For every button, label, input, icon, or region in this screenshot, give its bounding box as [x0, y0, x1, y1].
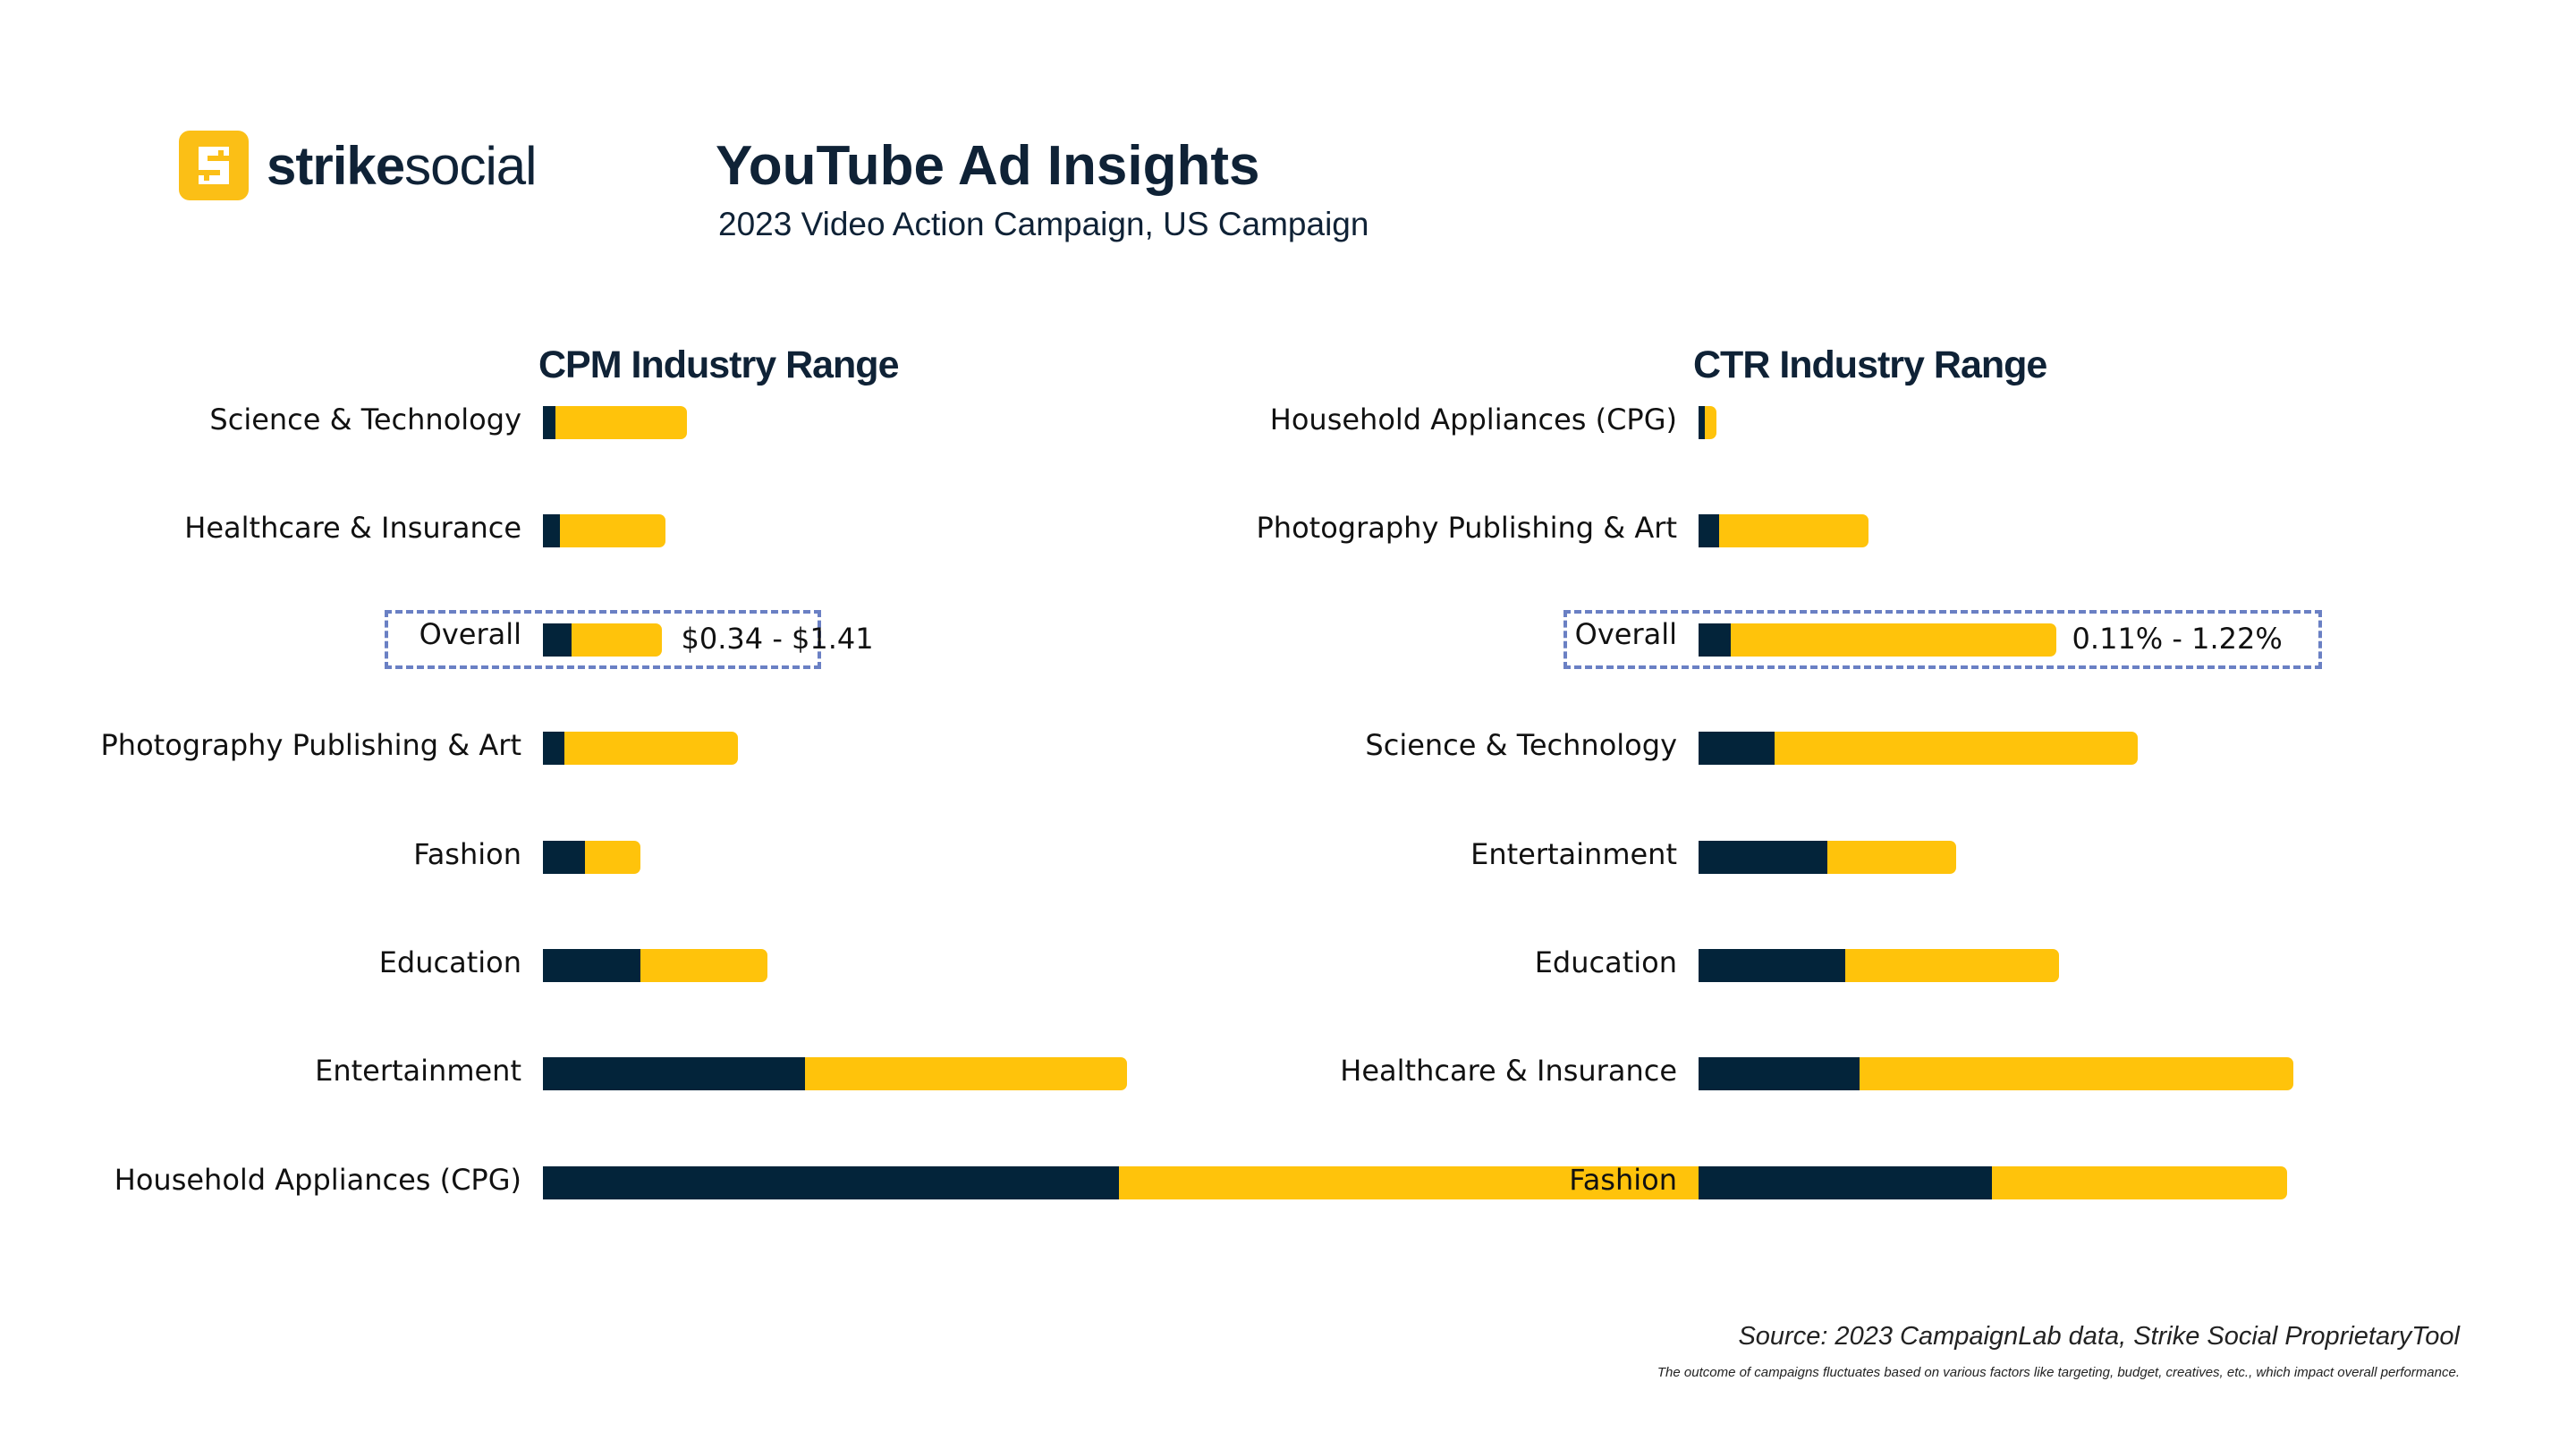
ctr-min-segment [1699, 405, 1705, 439]
cpm-max-segment [555, 405, 687, 439]
ctr-category-label: Healthcare & Insurance [1340, 1054, 1677, 1088]
ctr-range-bar [1699, 1165, 2288, 1199]
cpm-category-label: Photography Publishing & Art [100, 728, 522, 762]
cpm-range-bar [543, 731, 739, 765]
ctr-range-bar [1699, 948, 2059, 982]
cpm-max-segment [571, 623, 662, 657]
cpm-category-label: Household Appliances (CPG) [114, 1163, 521, 1197]
cpm-category-label: Science & Technology [209, 402, 521, 436]
cpm-chart-title: CPM Industry Range [538, 343, 899, 386]
logo-wordmark: strikesocial [267, 135, 538, 197]
cpm-min-segment [543, 948, 641, 982]
cpm-range-bar [543, 513, 666, 547]
cpm-max-segment [805, 1056, 1128, 1090]
cpm-category-label: Overall [419, 617, 521, 651]
ctr-category-label: Education [1534, 945, 1677, 979]
cpm-category-label: Education [378, 945, 521, 979]
page-title: YouTube Ad Insights [716, 135, 1260, 197]
ctr-min-segment [1699, 1056, 1860, 1090]
cpm-max-segment [559, 513, 666, 547]
ctr-chart-title: CTR Industry Range [1693, 343, 2047, 386]
ctr-min-segment [1699, 1165, 1992, 1199]
ctr-range-bar [1699, 840, 1957, 874]
logo-word-social: social [404, 135, 537, 196]
ctr-overall-range-label: 0.11% - 1.22% [2072, 622, 2283, 656]
ctr-max-segment [1704, 405, 1716, 439]
ctr-category-label: Science & Technology [1365, 728, 1677, 762]
ctr-min-segment [1699, 840, 1828, 874]
ctr-max-segment [1844, 948, 2059, 982]
strike-social-logo-icon [179, 131, 249, 200]
ctr-category-label: Overall [1574, 617, 1677, 651]
ctr-range-bar [1699, 731, 2139, 765]
cpm-max-segment [564, 731, 739, 765]
cpm-range-bar [543, 405, 687, 439]
strike-social-logo: strikesocial [179, 131, 538, 200]
ctr-min-segment [1699, 948, 1845, 982]
disclaimer-note: The outcome of campaigns fluctuates base… [1657, 1365, 2460, 1380]
cpm-range-bar [543, 948, 767, 982]
ctr-range-bar [1699, 405, 1716, 439]
cpm-min-segment [543, 1165, 1119, 1199]
cpm-min-segment [543, 731, 564, 765]
ctr-max-segment [1775, 731, 2139, 765]
ctr-max-segment [1718, 513, 1868, 547]
cpm-range-bar [543, 840, 641, 874]
cpm-min-segment [543, 513, 560, 547]
ctr-range-bar [1699, 513, 1868, 547]
ctr-max-segment [1991, 1165, 2288, 1199]
source-note: Source: 2023 CampaignLab data, Strike So… [1738, 1322, 2460, 1351]
cpm-category-label: Fashion [413, 837, 521, 871]
cpm-min-segment [543, 840, 585, 874]
cpm-range-bar [543, 623, 662, 657]
ctr-max-segment [1827, 840, 1957, 874]
cpm-range-bar [543, 1056, 1128, 1090]
ctr-category-label: Entertainment [1470, 837, 1677, 871]
ctr-category-label: Household Appliances (CPG) [1269, 402, 1677, 436]
ctr-max-segment [1860, 1056, 2293, 1090]
cpm-category-label: Entertainment [315, 1054, 521, 1088]
ctr-range-bar [1699, 623, 2056, 657]
ctr-min-segment [1699, 623, 1732, 657]
cpm-min-segment [543, 1056, 806, 1090]
ctr-min-segment [1699, 513, 1719, 547]
cpm-min-segment [543, 623, 572, 657]
ctr-min-segment [1699, 731, 1775, 765]
cpm-min-segment [543, 405, 556, 439]
page-subtitle: 2023 Video Action Campaign, US Campaign [718, 206, 1369, 242]
cpm-max-segment [585, 840, 641, 874]
ctr-max-segment [1731, 623, 2056, 657]
cpm-category-label: Healthcare & Insurance [184, 511, 521, 545]
ctr-range-bar [1699, 1056, 2293, 1090]
cpm-max-segment [640, 948, 767, 982]
logo-word-strike: strike [267, 135, 405, 196]
ctr-category-label: Photography Publishing & Art [1256, 511, 1678, 545]
ctr-category-label: Fashion [1569, 1163, 1677, 1197]
cpm-overall-range-label: $0.34 - $1.41 [681, 622, 874, 656]
